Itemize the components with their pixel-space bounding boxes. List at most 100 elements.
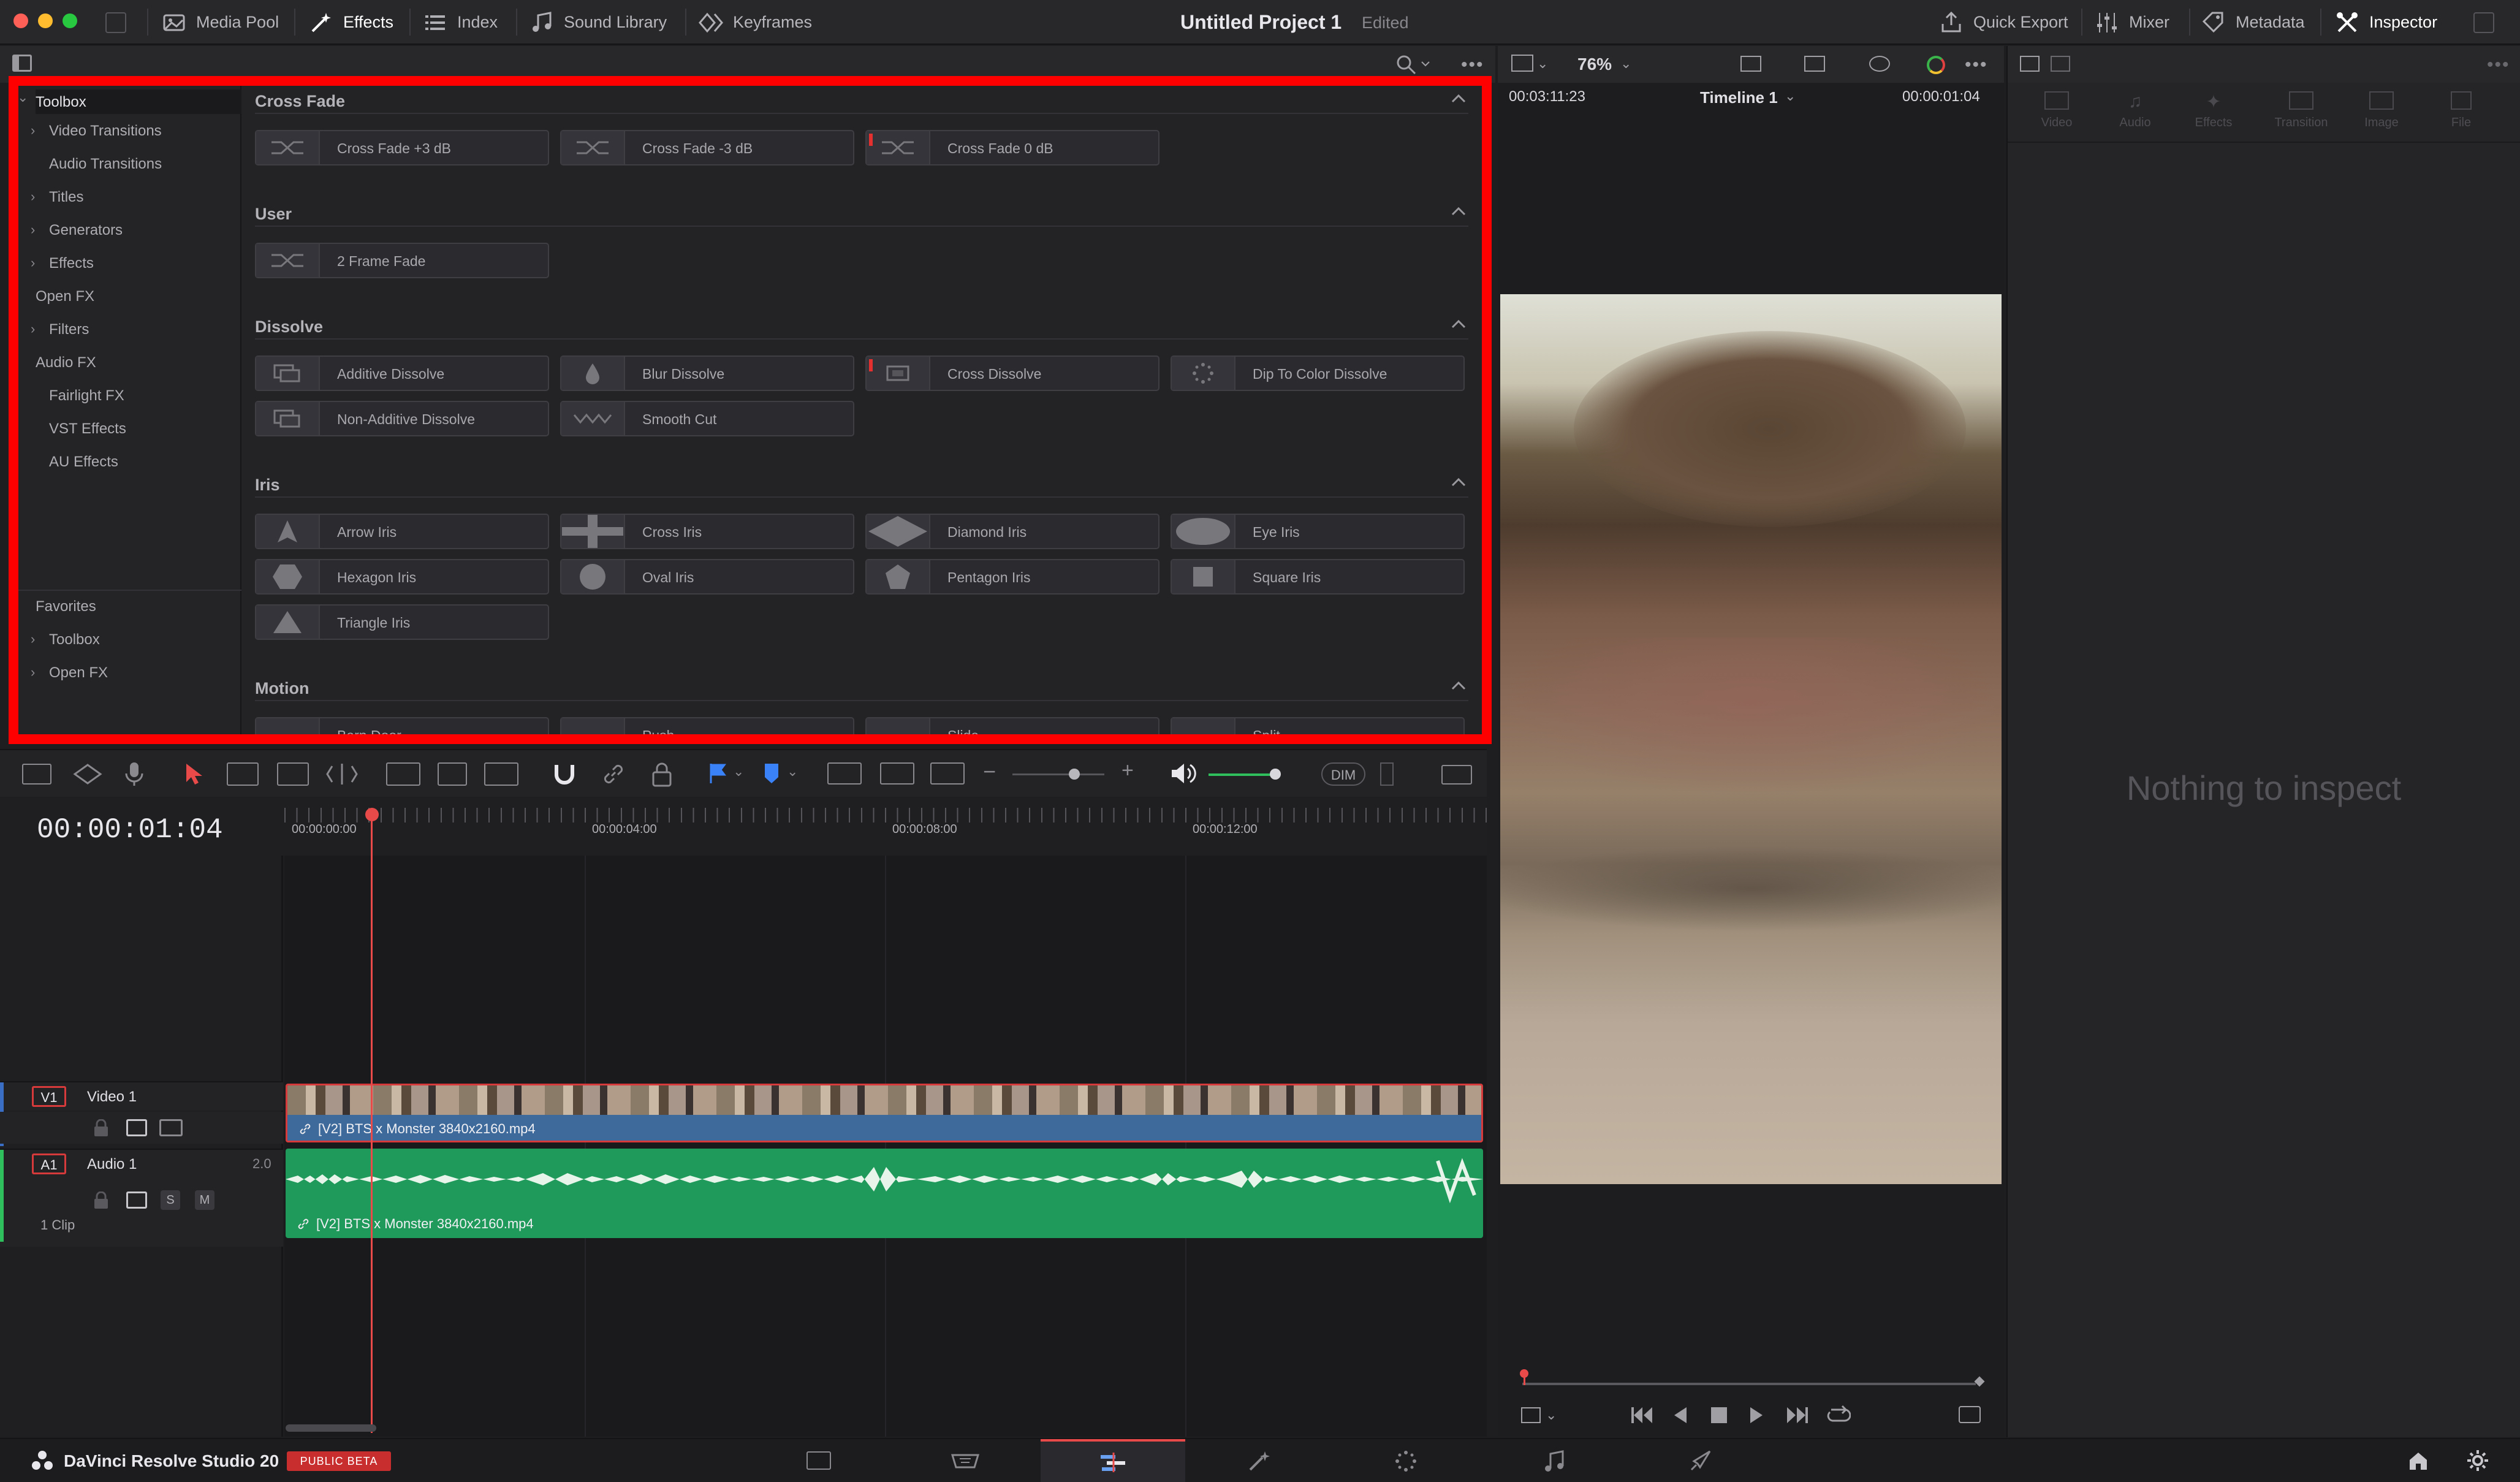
skip-to-end-icon[interactable] [1785, 1405, 1809, 1426]
edit-page-tab[interactable] [1041, 1439, 1185, 1482]
inspector-layout-icon[interactable] [2020, 56, 2040, 72]
tab-file[interactable]: File [2431, 91, 2492, 130]
trim-edit-icon[interactable] [227, 762, 259, 786]
replace-clip-icon[interactable] [484, 762, 518, 786]
viewer-layout-icon[interactable] [1511, 55, 1533, 72]
color-picker-icon[interactable] [1927, 56, 1945, 74]
lock-icon[interactable] [93, 1191, 109, 1210]
workspace-dropdown-icon[interactable] [105, 12, 126, 33]
ripple-overwrite-icon[interactable] [72, 762, 103, 786]
lock-icon[interactable] [93, 1119, 109, 1138]
snapping-magnet-icon[interactable] [552, 761, 577, 787]
home-icon[interactable] [2407, 1450, 2429, 1471]
zoom-detail-icon[interactable] [880, 762, 914, 785]
stop-icon[interactable] [1711, 1407, 1727, 1423]
timeline-scrollbar[interactable] [286, 1424, 376, 1432]
timeline-selector[interactable]: Timeline 1 [1700, 88, 1778, 107]
chevron-down-icon[interactable]: ⌄ [787, 764, 798, 780]
media-pool-button[interactable]: Media Pool [162, 0, 279, 45]
chevron-down-icon[interactable]: ⌄ [1785, 88, 1796, 104]
minimize-window-button[interactable] [38, 13, 53, 28]
scrubber-out-marker[interactable] [1974, 1376, 1985, 1387]
play-icon[interactable] [1749, 1406, 1764, 1424]
tab-effects[interactable]: ✦ Effects [2183, 91, 2244, 130]
zoom-custom-icon[interactable] [930, 762, 965, 785]
timeline-options-icon[interactable] [22, 764, 51, 785]
index-button[interactable]: Index [423, 0, 498, 45]
more-options-icon[interactable]: ••• [2487, 55, 2510, 75]
search-icon[interactable] [1395, 53, 1417, 75]
zoom-level[interactable]: 76% [1577, 55, 1612, 74]
inspector-button[interactable]: Inspector [2335, 0, 2437, 45]
chevron-down-icon[interactable]: ⌄ [1620, 56, 1631, 72]
fairlight-page-icon[interactable] [1543, 1449, 1565, 1473]
color-page-icon[interactable] [1394, 1449, 1418, 1473]
track-id-badge[interactable]: A1 [32, 1153, 66, 1174]
gear-icon[interactable] [2466, 1449, 2489, 1472]
timeline-view-options-icon[interactable] [1441, 765, 1472, 785]
more-options-icon[interactable]: ••• [1461, 55, 1484, 75]
more-options-icon[interactable]: ••• [1965, 55, 1988, 75]
chevron-down-icon[interactable] [1421, 61, 1430, 67]
overlay-icon[interactable] [1804, 56, 1825, 72]
match-frame-icon[interactable] [1959, 1406, 1981, 1423]
deliver-page-icon[interactable] [1688, 1449, 1712, 1473]
volume-slider[interactable] [1209, 773, 1276, 776]
microphone-icon[interactable] [123, 761, 147, 787]
tab-transition[interactable]: Transition [2261, 91, 2341, 130]
loop-icon[interactable] [1826, 1404, 1851, 1427]
speaker-icon[interactable] [1171, 762, 1196, 785]
video-clip[interactable]: [V2] BTS x Monster 3840x2160.mp4 [286, 1084, 1483, 1142]
audio-track-header[interactable]: A1 Audio 1 2.0 S M 1 Clip [0, 1149, 283, 1247]
sidebar-toggle-icon[interactable] [12, 55, 32, 72]
keyframes-button[interactable]: Keyframes [699, 0, 812, 45]
effects-button[interactable]: Effects [309, 0, 393, 45]
play-reverse-icon[interactable] [1673, 1406, 1688, 1424]
zoom-window-button[interactable] [63, 13, 77, 28]
selection-arrow-icon[interactable] [184, 762, 205, 786]
auto-select-icon[interactable] [126, 1119, 147, 1136]
chevron-down-icon[interactable]: ⌄ [1546, 1407, 1557, 1423]
track-id-badge[interactable]: V1 [32, 1086, 66, 1107]
auto-select-icon[interactable] [126, 1191, 147, 1209]
transform-icon[interactable] [1869, 56, 1890, 72]
insert-clip-icon[interactable] [386, 762, 420, 786]
tab-audio[interactable]: ♫ Audio [2104, 91, 2166, 130]
flag-icon[interactable] [708, 762, 727, 785]
tab-video[interactable]: Video [2026, 91, 2087, 130]
quick-export-button[interactable]: Quick Export [1939, 0, 2068, 45]
metadata-button[interactable]: Metadata [2201, 0, 2305, 45]
tab-image[interactable]: Image [2351, 91, 2412, 130]
close-window-button[interactable] [13, 13, 28, 28]
skip-to-start-icon[interactable] [1630, 1405, 1655, 1426]
marker-icon[interactable] [762, 762, 781, 785]
chevron-down-icon[interactable]: ⌄ [1537, 56, 1548, 72]
zoom-slider-handle[interactable] [1069, 769, 1080, 780]
dynamic-trim-icon[interactable] [277, 762, 309, 786]
cut-page-icon[interactable] [950, 1450, 981, 1472]
sound-library-button[interactable]: Sound Library [529, 0, 667, 45]
fusion-page-icon[interactable] [1247, 1449, 1273, 1473]
chevron-down-icon[interactable]: ⌄ [733, 764, 744, 780]
overwrite-clip-icon[interactable] [438, 762, 467, 786]
track-video-toggle-icon[interactable] [159, 1119, 183, 1136]
zoom-in-icon[interactable]: + [1121, 759, 1134, 783]
inspector-split-icon[interactable] [2051, 56, 2070, 72]
zoom-out-icon[interactable]: − [983, 759, 996, 785]
volume-slider-handle[interactable] [1270, 769, 1281, 780]
dim-button[interactable]: DIM [1321, 762, 1365, 786]
media-page-icon[interactable] [806, 1451, 831, 1470]
zoom-slider[interactable] [1012, 773, 1104, 775]
zoom-full-icon[interactable] [827, 762, 862, 785]
mixer-button[interactable]: Mixer [2095, 0, 2169, 45]
solo-button[interactable]: S [161, 1190, 180, 1210]
mute-button[interactable]: M [195, 1190, 214, 1210]
viewer-mode-icon[interactable] [1740, 56, 1761, 72]
lock-icon[interactable] [651, 761, 673, 787]
link-icon[interactable] [601, 761, 626, 787]
inspector-options-icon[interactable] [2473, 12, 2494, 33]
video-track-header[interactable]: V1 Video 1 [0, 1081, 283, 1146]
viewer-crop-icon[interactable] [1521, 1407, 1541, 1423]
playhead[interactable] [371, 819, 373, 1433]
audio-clip[interactable]: [V2] BTS x Monster 3840x2160.mp4 [286, 1149, 1483, 1238]
